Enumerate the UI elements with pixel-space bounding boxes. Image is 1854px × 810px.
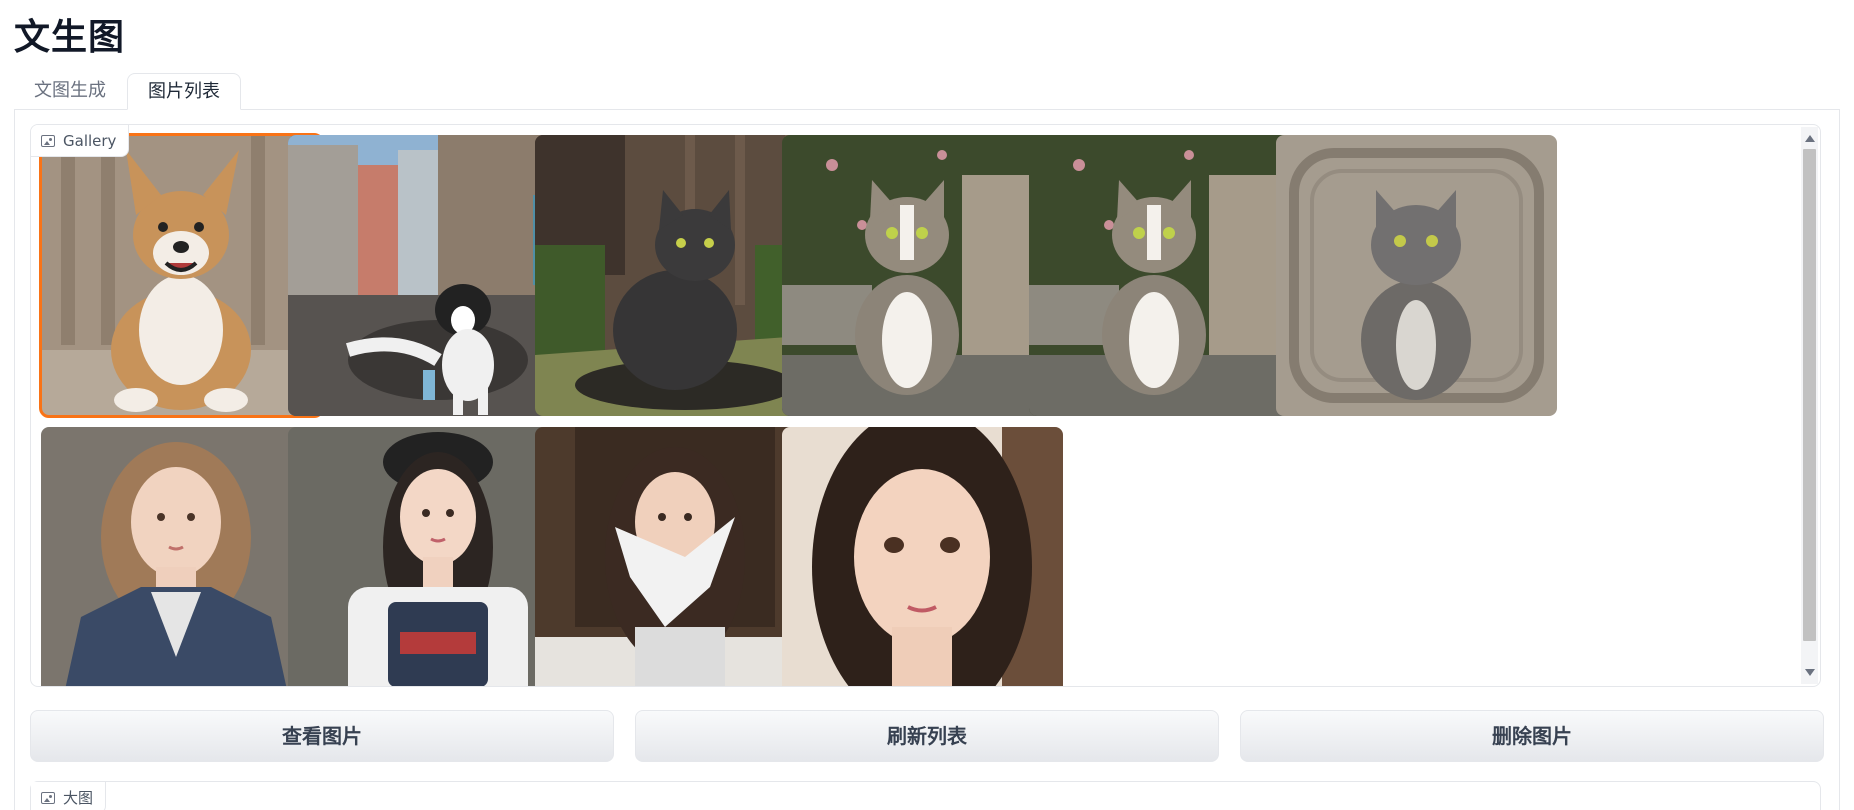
portrait-image <box>41 427 322 686</box>
gallery-thumbnail-girl-hat[interactable] <box>288 427 569 686</box>
big-image-label-text: 大图 <box>63 789 94 807</box>
tab-image-list[interactable]: 图片列表 <box>127 73 241 110</box>
page-title: 文生图 <box>14 17 126 58</box>
cat-image <box>1276 135 1557 416</box>
big-image-label: 大图 <box>31 782 107 810</box>
gallery-thumbnail-dog-street[interactable] <box>288 135 569 416</box>
gallery-thumbnail-dog[interactable] <box>39 133 324 418</box>
cat-image <box>1029 135 1310 416</box>
portrait-image <box>535 427 816 686</box>
gallery-label-text: Gallery <box>63 131 117 150</box>
scroll-up-arrow-icon[interactable] <box>1805 135 1815 142</box>
gallery-label: Gallery <box>31 125 130 157</box>
gallery-thumbnail-girl-bow[interactable] <box>535 427 816 686</box>
refresh-list-button[interactable]: 刷新列表 <box>635 710 1219 762</box>
gallery-thumbnail-black-cat[interactable] <box>535 135 816 416</box>
gallery-thumbnail-girl-closeup[interactable] <box>782 427 1063 686</box>
cat-image <box>782 135 1063 416</box>
gallery-thumbnail-tabby-cat-ivy[interactable] <box>782 135 1063 416</box>
portrait-image <box>288 427 569 686</box>
gallery: Gallery <box>30 124 1821 687</box>
tab-bar: 文图生成 图片列表 <box>14 73 1840 110</box>
gallery-thumbnail-girl-jacket[interactable] <box>41 427 322 686</box>
view-image-button[interactable]: 查看图片 <box>30 710 614 762</box>
image-icon <box>41 134 55 147</box>
dog-image <box>41 135 322 416</box>
gallery-thumbnail-tabby-cat-ivy-2[interactable] <box>1029 135 1310 416</box>
tab-text-to-image[interactable]: 文图生成 <box>14 73 126 110</box>
portrait-image <box>782 427 1063 686</box>
image-icon <box>41 791 55 804</box>
big-image-panel: 大图 <box>30 781 1821 810</box>
gallery-thumbnail-grey-tabby-ornate[interactable] <box>1276 135 1557 416</box>
dog-image <box>288 135 569 416</box>
scrollbar-thumb[interactable] <box>1803 149 1816 641</box>
gallery-scrollbar[interactable] <box>1801 127 1818 684</box>
delete-image-button[interactable]: 删除图片 <box>1240 710 1824 762</box>
cat-image <box>535 135 816 416</box>
scroll-down-arrow-icon[interactable] <box>1805 669 1815 676</box>
